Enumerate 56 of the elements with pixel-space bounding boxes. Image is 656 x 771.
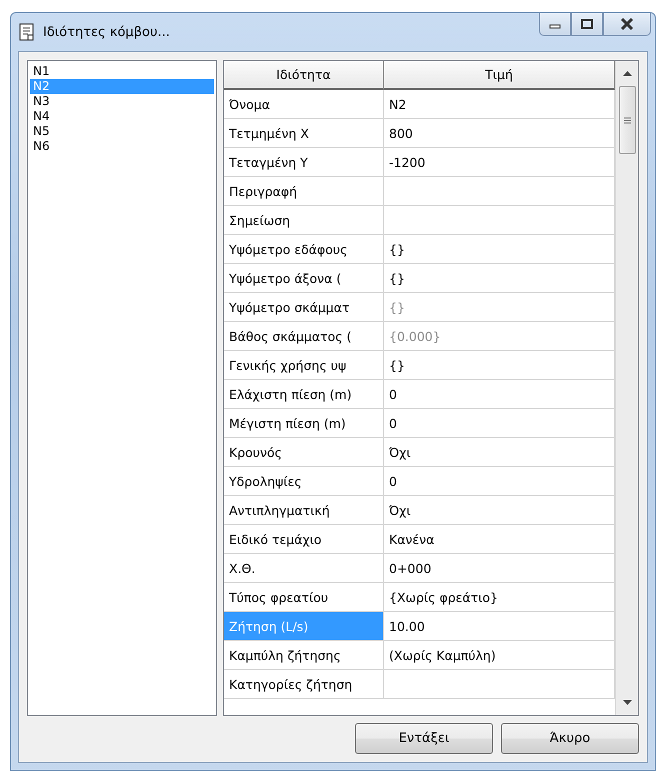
- property-cell[interactable]: Κατηγορίες ζήτηση: [224, 670, 384, 699]
- grip-icon: [624, 116, 630, 124]
- value-cell[interactable]: (Χωρίς Καμπύλη): [384, 641, 615, 670]
- list-item[interactable]: N5: [30, 124, 214, 139]
- value-cell[interactable]: 800: [384, 119, 615, 148]
- property-cell[interactable]: Υδροληψίες: [224, 467, 384, 496]
- list-item[interactable]: N1: [30, 64, 214, 79]
- scrollbar[interactable]: [615, 61, 638, 715]
- property-cell[interactable]: Τετμημένη X: [224, 119, 384, 148]
- value-cell[interactable]: [384, 177, 615, 206]
- property-cell[interactable]: Ειδικό τεμάχιο: [224, 525, 384, 554]
- close-icon: [620, 18, 634, 30]
- property-cell[interactable]: Ελάχιστη πίεση (m): [224, 380, 384, 409]
- value-cell[interactable]: Όχι: [384, 496, 615, 525]
- property-cell[interactable]: Όνομα: [224, 90, 384, 119]
- dialog-button[interactable]: Εντάξει: [355, 723, 493, 754]
- value-cell[interactable]: [384, 206, 615, 235]
- dialog-button[interactable]: Άκυρο: [501, 723, 639, 754]
- close-button[interactable]: [603, 13, 651, 36]
- column-header[interactable]: Ιδιότητα: [224, 61, 384, 90]
- maximize-button[interactable]: [571, 13, 603, 36]
- property-cell[interactable]: Γενικής χρήσης υψ: [224, 351, 384, 380]
- value-cell[interactable]: {}: [384, 351, 615, 380]
- window-title: Ιδιότητες κόμβου...: [43, 24, 171, 40]
- value-cell[interactable]: {}: [384, 235, 615, 264]
- list-item[interactable]: N6: [30, 139, 214, 154]
- document-icon: [19, 23, 35, 41]
- property-cell[interactable]: Υψόμετρο εδάφους: [224, 235, 384, 264]
- property-cell[interactable]: Περιγραφή: [224, 177, 384, 206]
- property-cell[interactable]: Υψόμετρο άξονα (: [224, 264, 384, 293]
- value-cell[interactable]: 0: [384, 409, 615, 438]
- column-header[interactable]: Τιμή: [384, 61, 615, 90]
- scroll-thumb[interactable]: [618, 86, 636, 154]
- value-cell[interactable]: -1200: [384, 148, 615, 177]
- value-cell[interactable]: {}: [384, 264, 615, 293]
- list-item[interactable]: N4: [30, 109, 214, 124]
- value-cell[interactable]: N2: [384, 90, 615, 119]
- maximize-icon: [581, 19, 593, 29]
- value-cell[interactable]: 0+000: [384, 554, 615, 583]
- property-cell[interactable]: Σημείωση: [224, 206, 384, 235]
- property-cell[interactable]: Μέγιστη πίεση (m): [224, 409, 384, 438]
- property-cell[interactable]: Καμπύλη ζήτησης: [224, 641, 384, 670]
- value-cell[interactable]: {Χωρίς φρεάτιο}: [384, 583, 615, 612]
- value-cell[interactable]: Κανένα: [384, 525, 615, 554]
- value-cell[interactable]: 0: [384, 467, 615, 496]
- property-cell[interactable]: Τύπος φρεατίου: [224, 583, 384, 612]
- list-item[interactable]: N3: [30, 94, 214, 109]
- minimize-button[interactable]: [539, 13, 571, 36]
- value-cell[interactable]: 0: [384, 380, 615, 409]
- property-cell[interactable]: Χ.Θ.: [224, 554, 384, 583]
- property-cell[interactable]: Αντιπληγματική: [224, 496, 384, 525]
- property-cell[interactable]: Κρουνός: [224, 438, 384, 467]
- value-cell[interactable]: [384, 670, 615, 699]
- property-cell[interactable]: Τεταγμένη Y: [224, 148, 384, 177]
- value-cell[interactable]: Όχι: [384, 438, 615, 467]
- value-cell[interactable]: 10.00: [384, 612, 615, 641]
